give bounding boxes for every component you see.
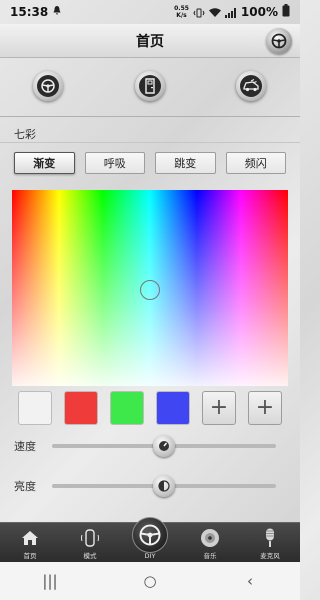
bottom-nav: 首页 模式 DIY 音乐 麦克风 bbox=[0, 517, 300, 562]
nav-item-label: 音乐 bbox=[203, 552, 217, 560]
status-icons: 0.55 K/s 100% bbox=[174, 4, 290, 20]
car-icon bbox=[243, 79, 259, 92]
mode-tab-gradient[interactable]: 渐变 bbox=[14, 152, 75, 174]
divider bbox=[0, 116, 300, 117]
steering-wheel-button[interactable] bbox=[266, 28, 292, 54]
car-door-icon bbox=[145, 78, 155, 94]
swatch-red[interactable] bbox=[64, 391, 98, 425]
color-picker[interactable] bbox=[12, 190, 288, 386]
network-speed-unit: K/s bbox=[176, 12, 187, 19]
microphone-icon bbox=[260, 528, 280, 548]
system-navigation-bar: ||| ○ ‹ bbox=[0, 562, 300, 600]
speed-slider[interactable] bbox=[52, 435, 276, 457]
speedometer-icon bbox=[159, 441, 169, 451]
network-speed: 0.55 K/s bbox=[174, 5, 189, 19]
wifi-icon bbox=[208, 7, 221, 17]
speed-slider-thumb[interactable] bbox=[153, 435, 175, 457]
steering-wheel-icon bbox=[271, 33, 287, 49]
brightness-label: 亮度 bbox=[14, 480, 36, 493]
battery-icon bbox=[282, 4, 290, 20]
device-row bbox=[0, 66, 300, 106]
add-swatch-button[interactable]: + bbox=[248, 391, 282, 425]
swatch-blue[interactable] bbox=[156, 391, 190, 425]
home-icon bbox=[20, 528, 40, 548]
home-button[interactable]: ○ bbox=[135, 566, 165, 596]
brightness-slider-row: 亮度 bbox=[14, 475, 286, 497]
brightness-slider-thumb[interactable] bbox=[153, 475, 175, 497]
nav-item-music[interactable]: 音乐 bbox=[180, 523, 240, 562]
steering-wheel-icon bbox=[41, 79, 55, 93]
signal-icon bbox=[224, 7, 237, 18]
brightness-icon bbox=[158, 480, 170, 492]
add-swatch-button[interactable]: + bbox=[202, 391, 236, 425]
bell-icon bbox=[53, 6, 61, 18]
swatch-white[interactable] bbox=[18, 391, 52, 425]
steering-wheel-icon bbox=[132, 517, 168, 553]
divider bbox=[0, 142, 300, 143]
disc-icon bbox=[200, 528, 220, 548]
back-button[interactable]: ‹ bbox=[235, 566, 265, 596]
recents-button[interactable]: ||| bbox=[35, 566, 65, 596]
brightness-slider[interactable] bbox=[52, 475, 276, 497]
network-speed-value: 0.55 bbox=[174, 5, 189, 12]
nav-item-mode[interactable]: 模式 bbox=[60, 523, 120, 562]
steering-wheel-device-button[interactable] bbox=[33, 71, 63, 101]
status-bar: 15:38 0.55 K/s 100% bbox=[0, 0, 300, 24]
nav-item-label: 麦克风 bbox=[260, 552, 280, 560]
nav-item-diy[interactable]: DIY bbox=[120, 517, 180, 562]
car-door-device-button[interactable] bbox=[135, 71, 165, 101]
section-label: 七彩 bbox=[14, 128, 36, 141]
battery-percent: 100% bbox=[240, 5, 278, 19]
speed-label: 速度 bbox=[14, 440, 36, 453]
swatch-row: + + bbox=[18, 391, 282, 425]
vibrate-icon bbox=[193, 7, 205, 18]
speed-slider-row: 速度 bbox=[14, 435, 286, 457]
nav-item-label: DIY bbox=[144, 552, 156, 560]
app-header: 首页 bbox=[0, 24, 300, 58]
mode-tab-breathing[interactable]: 呼吸 bbox=[84, 152, 145, 174]
car-device-button[interactable] bbox=[236, 71, 266, 101]
nav-item-microphone[interactable]: 麦克风 bbox=[240, 523, 300, 562]
status-time: 15:38 bbox=[10, 5, 49, 19]
nav-item-home[interactable]: 首页 bbox=[0, 523, 60, 562]
car-top-icon bbox=[80, 528, 100, 548]
mode-tab-flash[interactable]: 频闪 bbox=[225, 152, 286, 174]
page-title: 首页 bbox=[136, 33, 164, 50]
mode-tabs: 渐变 呼吸 跳变 频闪 bbox=[14, 152, 286, 174]
color-picker-handle[interactable] bbox=[140, 280, 160, 300]
nav-item-label: 首页 bbox=[23, 552, 37, 560]
mode-tab-jump[interactable]: 跳变 bbox=[155, 152, 216, 174]
swatch-green[interactable] bbox=[110, 391, 144, 425]
nav-item-label: 模式 bbox=[83, 552, 97, 560]
